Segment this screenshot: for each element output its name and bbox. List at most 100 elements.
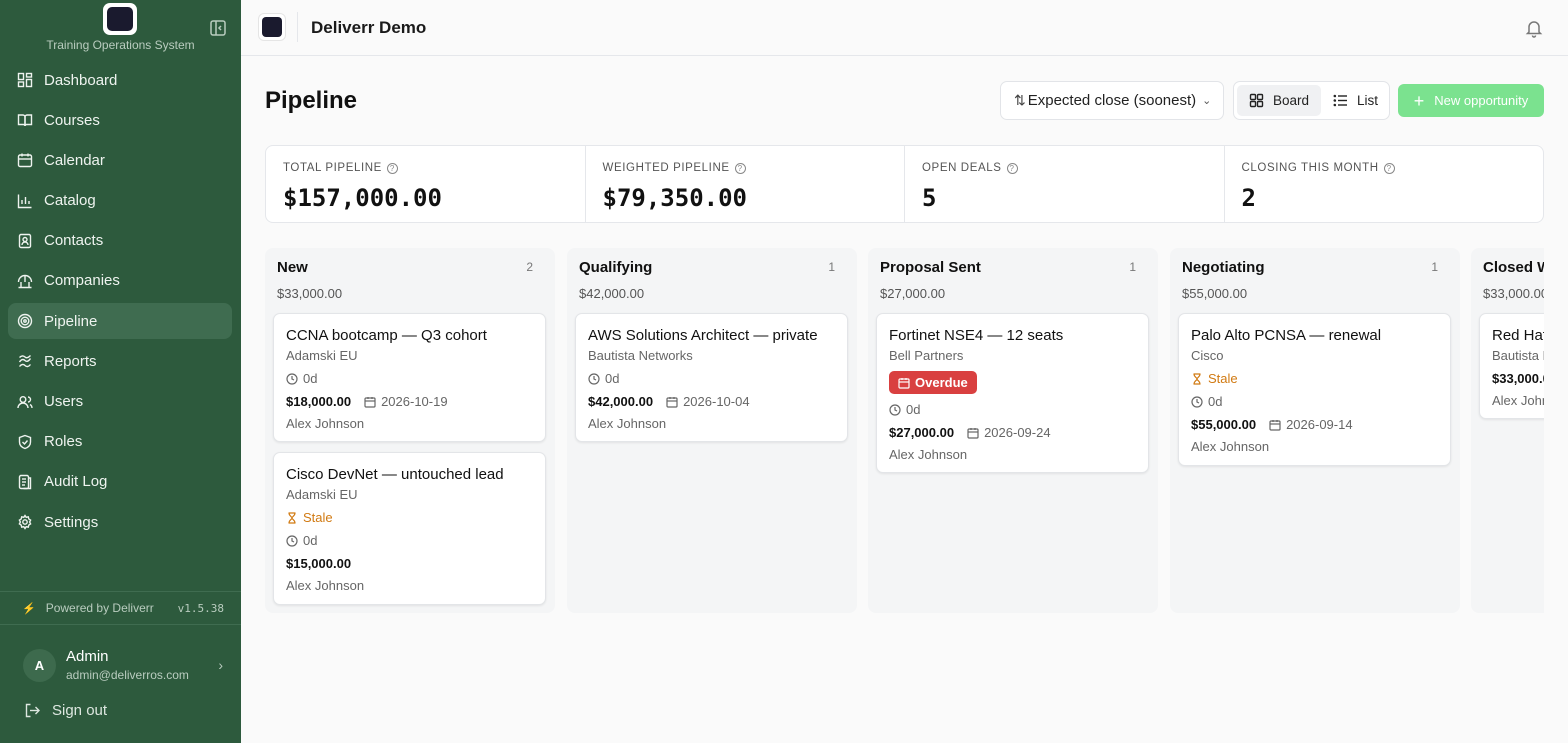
card-owner: Alex Johnson	[889, 447, 968, 462]
card-company: Bautista Networks	[1492, 348, 1544, 363]
sidebar-item-roles[interactable]: Roles	[8, 424, 232, 460]
sidebar-item-label: Settings	[44, 513, 99, 531]
board-view-label: Board	[1273, 93, 1310, 108]
sidebar: Training Operations System Dashboard Cou…	[0, 0, 241, 743]
sidebar-item-catalog[interactable]: Catalog	[8, 183, 232, 219]
sidebar-item-pipeline[interactable]: Pipeline	[8, 303, 232, 340]
sidebar-item-companies[interactable]: Companies	[8, 263, 232, 299]
column-title: Qualifying	[579, 259, 653, 276]
list-icon	[1333, 94, 1348, 107]
hourglass-icon	[288, 511, 296, 524]
stat-label: TOTAL PIPELINE	[283, 162, 382, 174]
bell-icon[interactable]	[1524, 18, 1544, 38]
column-total: $33,000.00	[277, 286, 343, 301]
sidebar-item-calendar[interactable]: Calendar	[8, 142, 232, 178]
column-title: Proposal Sent	[880, 259, 981, 276]
app-name: Training Operations System	[46, 38, 195, 52]
column-count: 1	[828, 260, 835, 274]
sidebar-item-courses[interactable]: Courses	[8, 102, 232, 138]
card-title: Palo Alto PCNSA — renewal	[1191, 327, 1382, 344]
building-icon	[17, 274, 33, 289]
user-menu[interactable]: A Admin admin@deliverros.com ›	[23, 645, 223, 685]
column-count: 2	[526, 260, 533, 274]
opportunity-card[interactable]: Palo Alto PCNSA — renewal Cisco Stale 0d…	[1178, 313, 1451, 466]
calendar-icon	[364, 396, 376, 408]
pipeline-board: New 2 $33,000.00 CCNA bootcamp — Q3 coho…	[265, 248, 1544, 618]
help-icon[interactable]: ?	[734, 162, 746, 174]
opportunity-card[interactable]: CCNA bootcamp — Q3 cohort Adamski EU 0d …	[273, 313, 546, 442]
card-date: 2026-10-19	[381, 394, 448, 409]
sidebar-item-settings[interactable]: Settings	[8, 504, 232, 540]
new-opportunity-label: New opportunity	[1434, 93, 1529, 108]
column-total: $42,000.00	[579, 286, 645, 301]
card-date: 2026-09-24	[984, 425, 1051, 440]
opportunity-card[interactable]: Cisco DevNet — untouched lead Adamski EU…	[273, 452, 546, 605]
help-icon[interactable]: ?	[386, 162, 398, 174]
card-date: 2026-10-04	[683, 394, 750, 409]
calendar-alert-icon	[898, 377, 910, 389]
sidebar-collapse-icon[interactable]	[209, 19, 227, 37]
sidebar-item-label: Pipeline	[44, 312, 98, 330]
calendar-icon	[967, 427, 979, 439]
board-view-button[interactable]: Board	[1237, 85, 1322, 116]
workspace-logo	[258, 13, 286, 41]
card-company: Bautista Networks	[588, 348, 693, 363]
users-icon	[17, 395, 33, 408]
opportunity-card[interactable]: AWS Solutions Architect — private Bautis…	[575, 313, 848, 442]
new-opportunity-button[interactable]: + New opportunity	[1398, 84, 1544, 117]
card-owner: Alex Johnson	[588, 416, 667, 431]
hourglass-icon	[1193, 372, 1201, 385]
opportunity-card[interactable]: Red Hat Bautista Networks $33,000.00 Ale…	[1479, 313, 1544, 419]
sidebar-item-contacts[interactable]: Contacts	[8, 223, 232, 259]
list-view-label: List	[1357, 93, 1379, 108]
card-owner: Alex Johnson	[286, 578, 365, 593]
sort-select[interactable]: ⇅ Expected close (soonest) ⌄	[1000, 81, 1224, 120]
version-label: v1.5.38	[177, 601, 224, 615]
sign-out-label: Sign out	[52, 702, 108, 719]
card-amount: $33,000.00	[1492, 371, 1544, 386]
opportunity-card[interactable]: Fortinet NSE4 — 12 seats Bell Partners O…	[876, 313, 1149, 473]
card-owner: Alex Johnson	[286, 416, 365, 431]
sidebar-item-label: Dashboard	[44, 71, 118, 89]
sign-out-button[interactable]: Sign out	[24, 702, 107, 719]
card-title: AWS Solutions Architect — private	[588, 327, 818, 344]
chart-icon	[17, 194, 32, 208]
list-view-button[interactable]: List	[1321, 85, 1390, 116]
column-total: $27,000.00	[880, 286, 946, 301]
stat-value: $157,000.00	[283, 184, 442, 212]
card-age: 0d	[605, 371, 620, 386]
clock-icon	[286, 534, 298, 547]
overdue-label: Overdue	[915, 375, 968, 390]
sidebar-item-audit-log[interactable]: Audit Log	[8, 464, 232, 500]
calendar-icon	[666, 396, 678, 408]
grid-icon	[1249, 93, 1264, 108]
card-age: 0d	[1208, 394, 1223, 409]
topbar: Deliverr Demo	[241, 0, 1568, 56]
sidebar-item-label: Roles	[44, 433, 83, 451]
help-icon[interactable]: ?	[1006, 162, 1018, 174]
page-title: Pipeline	[265, 87, 358, 114]
sign-out-icon	[25, 703, 40, 718]
sort-label: Expected close (soonest)	[1027, 92, 1197, 109]
card-amount: $18,000.00	[286, 394, 352, 409]
card-company: Cisco	[1191, 348, 1224, 363]
sidebar-footer: ⚡ Powered by Deliverr v1.5.38	[0, 591, 241, 625]
clock-icon	[889, 403, 901, 416]
book-icon	[17, 114, 33, 127]
sidebar-item-label: Audit Log	[44, 473, 108, 491]
sidebar-item-label: Courses	[44, 111, 100, 129]
card-amount: $15,000.00	[286, 556, 352, 571]
app-logo	[103, 3, 137, 35]
help-icon[interactable]: ?	[1383, 162, 1395, 174]
sidebar-item-reports[interactable]: Reports	[8, 343, 232, 379]
stat-open-deals: OPEN DEALS? 5	[905, 146, 1225, 222]
stat-closing-this-month: CLOSING THIS MONTH? 2	[1225, 146, 1544, 222]
deliverr-logo-icon: ⚡	[22, 602, 36, 615]
card-owner: Alex Johnson	[1191, 439, 1270, 454]
stale-badge: Stale	[1208, 371, 1238, 386]
sidebar-item-users[interactable]: Users	[8, 384, 232, 420]
column-total: $55,000.00	[1182, 286, 1248, 301]
stale-badge: Stale	[303, 510, 333, 525]
sidebar-item-dashboard[interactable]: Dashboard	[8, 62, 232, 98]
card-owner: Alex Johnson	[1492, 393, 1544, 408]
